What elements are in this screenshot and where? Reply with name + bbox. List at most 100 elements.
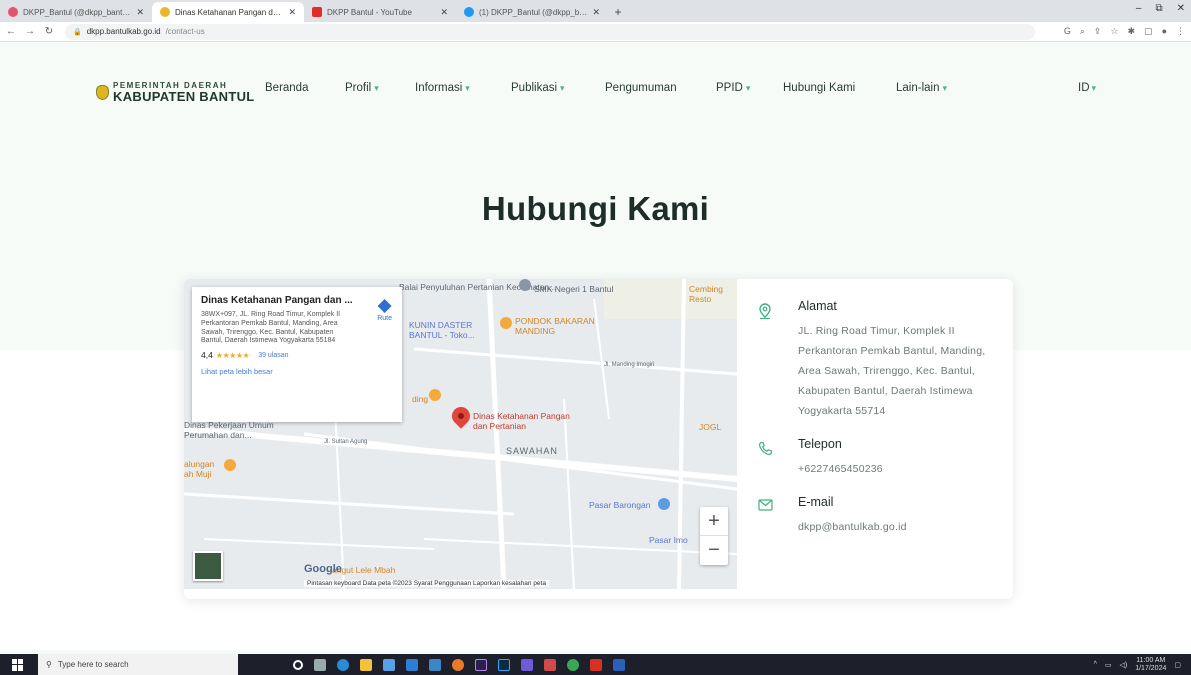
files-icon[interactable] xyxy=(360,658,372,671)
restore-button[interactable]: ⧉ xyxy=(1155,3,1162,14)
chrome-icon[interactable] xyxy=(567,658,579,671)
mail-app-icon[interactable] xyxy=(406,658,418,671)
nav-item-publikasi[interactable]: Publikasi ▾ xyxy=(511,82,565,94)
menu-kebab-icon[interactable]: ⋮ xyxy=(1176,26,1185,37)
browser-tab-twitter[interactable]: (1) DKPP_Bantul (@dkpp_bantul) / Twitter… xyxy=(456,2,608,22)
larger-map-link[interactable]: Lihat peta lebih besar xyxy=(201,367,393,376)
restaurant-pin-icon xyxy=(224,459,236,471)
share-icon[interactable]: ⇪ xyxy=(1094,26,1102,37)
map-label: Dinas Pekerjaan Umum Perumahan dan... xyxy=(184,420,274,440)
word-icon[interactable] xyxy=(613,658,625,671)
windows-taskbar: ⚲ Type here to search ^ ▭ ◁) 11:00 AM 1/… xyxy=(0,654,1191,675)
window-controls: – ⧉ ✕ xyxy=(1136,3,1185,14)
close-icon[interactable]: ✕ xyxy=(440,7,448,18)
nav-item-ppid[interactable]: PPID ▾ xyxy=(716,82,750,94)
place-name: Dinas Ketahanan Pangan dan ... xyxy=(201,295,353,306)
nav-item-beranda[interactable]: Beranda xyxy=(265,82,308,94)
tray-chevron-icon[interactable]: ^ xyxy=(1094,661,1097,668)
notification-icon[interactable]: ▢ xyxy=(1174,661,1181,669)
site-favicon-icon xyxy=(160,7,170,17)
nav-item-hubungi-kami[interactable]: Hubungi Kami xyxy=(783,82,855,94)
nav-item-lain-lain[interactable]: Lain-lain ▾ xyxy=(896,82,947,94)
directions-button[interactable]: Rute xyxy=(377,299,392,322)
close-icon[interactable]: ✕ xyxy=(288,7,296,18)
pen-icon[interactable] xyxy=(521,658,533,671)
zoom-out-button[interactable]: − xyxy=(700,536,728,565)
close-window-button[interactable]: ✕ xyxy=(1177,3,1185,14)
nav-item-profil[interactable]: Profil ▾ xyxy=(345,82,379,94)
new-tab-button[interactable]: + xyxy=(608,2,628,22)
nav-label: Publikasi xyxy=(511,82,558,94)
road-label: Jl. Manding Imogiri xyxy=(604,362,655,368)
reviews-link[interactable]: 39 ulasan xyxy=(258,352,288,359)
google-icon[interactable]: G xyxy=(1064,26,1071,37)
network-icon[interactable]: ▭ xyxy=(1105,661,1112,669)
nav-label: Pengumuman xyxy=(605,82,677,94)
contact-address: Alamat JL. Ring Road Timur, Komplek II P… xyxy=(754,299,1004,421)
embedded-map[interactable]: Balai Penyuluhan Pertanian Kecamatan... … xyxy=(184,279,737,589)
map-info-box: Dinas Ketahanan Pangan dan ... 38WX+097,… xyxy=(192,287,402,422)
contact-info: Alamat JL. Ring Road Timur, Komplek II P… xyxy=(754,299,1004,553)
bookmark-star-icon[interactable]: ☆ xyxy=(1110,26,1118,37)
url-host: dkpp.bantulkab.go.id xyxy=(86,27,161,36)
chevron-down-icon: ▾ xyxy=(374,83,379,93)
windows-start-icon[interactable] xyxy=(12,658,24,671)
forward-arrow-icon[interactable]: → xyxy=(22,26,38,37)
clock[interactable]: 11:00 AM 1/17/2024 xyxy=(1135,657,1166,672)
extensions-icon[interactable]: ✱ xyxy=(1128,26,1136,37)
nav-label: Lain-lain xyxy=(896,82,940,94)
photoshop-icon[interactable] xyxy=(498,658,510,671)
back-arrow-icon[interactable]: ← xyxy=(3,26,19,37)
chevron-down-icon: ▾ xyxy=(1091,83,1097,93)
firefox-icon[interactable] xyxy=(452,658,464,671)
cortana-icon[interactable] xyxy=(293,659,303,670)
store-icon[interactable] xyxy=(383,658,395,671)
media-icon[interactable] xyxy=(544,658,556,671)
contact-phone: Telepon +6227465450236 xyxy=(754,437,1004,479)
market-pin-icon xyxy=(658,498,670,510)
sidepanel-icon[interactable]: ▢ xyxy=(1144,26,1153,37)
nav-label: PPID xyxy=(716,82,743,94)
map-label: Cembing Resto xyxy=(689,284,724,304)
close-icon[interactable]: ✕ xyxy=(136,7,144,18)
task-view-icon[interactable] xyxy=(314,658,326,671)
nav-item-informasi[interactable]: Informasi ▾ xyxy=(415,82,470,94)
premiere-icon[interactable] xyxy=(475,658,487,671)
nav-label: Profil xyxy=(345,82,372,94)
minimize-button[interactable]: – xyxy=(1136,3,1142,14)
site-logo[interactable]: PEMERINTAH DAERAH KABUPATEN BANTUL xyxy=(96,82,255,103)
phone-icon xyxy=(758,441,773,456)
app-icon[interactable] xyxy=(429,658,441,671)
satellite-toggle[interactable] xyxy=(193,551,223,581)
browser-tab-youtube[interactable]: DKPP Bantul - YouTube ✕ xyxy=(304,2,456,22)
logo-line-2: KABUPATEN BANTUL xyxy=(113,89,255,104)
chevron-down-icon: ▾ xyxy=(942,83,948,93)
zoom-icon[interactable]: ⌕ xyxy=(1080,26,1085,37)
clock-date: 1/17/2024 xyxy=(1135,664,1167,672)
page-title: Hubungi Kami xyxy=(481,190,710,227)
site-header: PEMERINTAH DAERAH KABUPATEN BANTUL Beran… xyxy=(0,42,1191,138)
place-address: 38WX+097, JL. Ring Road Timur, Komplek I… xyxy=(201,311,341,345)
lock-icon: 🔒 xyxy=(73,28,82,36)
close-icon[interactable]: ✕ xyxy=(592,7,600,18)
acrobat-icon[interactable] xyxy=(590,658,602,671)
zoom-in-button[interactable]: + xyxy=(700,507,728,536)
language-selector[interactable]: ID ▾ xyxy=(1078,82,1096,94)
reload-icon[interactable]: ↻ xyxy=(41,26,57,37)
browser-tab-dkpp[interactable]: Dinas Ketahanan Pangan dan Pertanian ✕ xyxy=(152,2,304,22)
nav-item-pengumuman[interactable]: Pengumuman xyxy=(605,82,677,94)
browser-tab-instagram[interactable]: DKPP_Bantul (@dkpp_bantul) • Instagram ✕ xyxy=(0,2,152,22)
volume-icon[interactable]: ◁) xyxy=(1120,661,1128,669)
edge-icon[interactable] xyxy=(337,658,349,671)
email-text[interactable]: dkpp@bantulkab.go.id xyxy=(798,517,1004,537)
profile-avatar-icon[interactable]: ● xyxy=(1162,26,1167,37)
language-label: ID xyxy=(1078,82,1090,94)
url-field[interactable]: 🔒 dkpp.bantulkab.go.id/contact-us xyxy=(65,23,1035,40)
phone-text[interactable]: +6227465450236 xyxy=(798,459,1004,479)
instagram-icon xyxy=(8,7,18,17)
map-label: SAWAHAN xyxy=(506,446,558,456)
restaurant-pin-icon xyxy=(429,389,441,401)
taskbar-search[interactable]: ⚲ Type here to search xyxy=(38,654,238,675)
map-label: alungan ah Muji xyxy=(184,459,215,479)
location-pin-icon xyxy=(758,303,772,320)
